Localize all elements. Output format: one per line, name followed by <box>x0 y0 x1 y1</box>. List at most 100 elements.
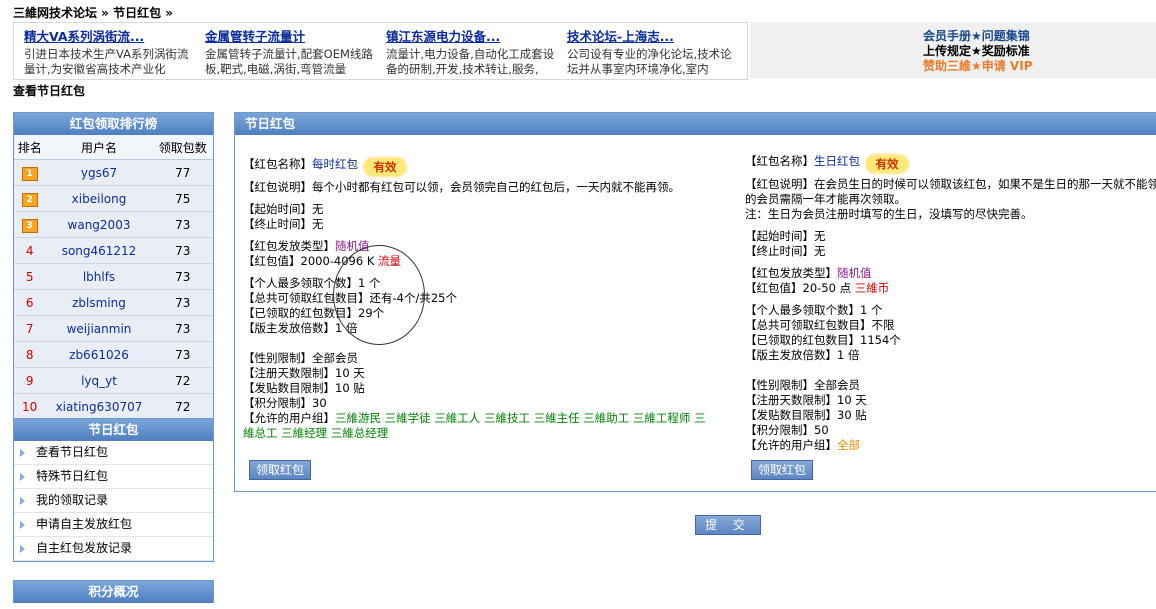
table-row: 3 wang2003 73 <box>14 211 213 238</box>
rank-cell: 4 <box>14 237 46 264</box>
count-cell: 72 <box>152 367 213 394</box>
field-label: 【红包发放类型】 <box>745 266 837 280</box>
count-cell: 73 <box>152 263 213 290</box>
claimed-count: 1154个 <box>860 333 901 347</box>
user-link[interactable]: ygs67 <box>45 159 153 186</box>
distribution-type: 随机值 <box>837 266 872 280</box>
redpacket-desc: 每个小时都有红包可以领，会员领完自己的红包后，一天内就不能再领。 <box>312 180 680 194</box>
field-label: 【红包发放类型】 <box>243 239 335 253</box>
user-link[interactable]: zb661026 <box>45 341 153 368</box>
field-label: 【红包值】 <box>745 281 803 295</box>
user-link[interactable]: weijianmin <box>45 315 153 342</box>
count-cell: 75 <box>152 185 213 212</box>
table-row: 1 ygs67 77 <box>14 159 213 186</box>
total-available: 不限 <box>871 318 895 332</box>
claim-birthday-button[interactable]: 领取红包 <box>751 460 814 480</box>
user-link[interactable]: zblsming <box>45 289 153 316</box>
field-label: 【注册天数限制】 <box>745 393 837 407</box>
hourly-redpacket: 【红包名称】每时红包 有效 【红包说明】每个小时都有红包可以领，会员领完自己的红包… <box>243 157 713 441</box>
rank-cell: 10 <box>14 393 46 420</box>
field-label: 【终止时间】 <box>745 244 814 258</box>
user-link[interactable]: wang2003 <box>45 211 153 238</box>
reg-days-limit: 10 天 <box>837 393 867 407</box>
field-label: 【积分限制】 <box>243 396 312 410</box>
count-cell: 72 <box>152 393 213 420</box>
breadcrumb[interactable]: 三維网技术论坛 » 节日红包 » <box>13 4 173 21</box>
user-link[interactable]: xibeilong <box>45 185 153 212</box>
menu-item-my-records[interactable]: 我的领取记录 <box>14 489 213 513</box>
field-label: 【性别限制】 <box>745 378 814 392</box>
redpacket-name: 每时红包 <box>312 157 358 171</box>
column-header-rank: 排名 <box>14 135 46 160</box>
table-row: 9 lyq_yt 72 <box>14 367 213 394</box>
end-time: 无 <box>312 217 324 231</box>
points-title: 积分概况 <box>14 581 213 603</box>
ranking-panel: 红包领取排行榜 排名 用户名 领取包数 1 ygs67 77 2 xibeilo… <box>13 112 214 421</box>
field-label: 【版主发放倍数】 <box>243 321 335 335</box>
redpacket-name: 生日红包 <box>814 154 860 168</box>
submit-button[interactable]: 提 交 <box>695 515 761 535</box>
field-label: 【总共可领取红包数目】 <box>745 318 872 332</box>
field-label: 【已领取的红包数目】 <box>745 333 860 347</box>
silver-medal-icon: 2 <box>21 192 38 207</box>
redpacket-value: 20-50 点 <box>802 281 852 295</box>
count-cell: 73 <box>152 341 213 368</box>
rank-cell: 8 <box>14 341 46 368</box>
user-link[interactable]: xiating630707 <box>45 393 153 420</box>
table-row: 8 zb661026 73 <box>14 341 213 368</box>
table-header-row: 排名 用户名 领取包数 <box>14 135 213 160</box>
claim-hourly-button[interactable]: 领取红包 <box>249 460 312 480</box>
vip-apply-link[interactable]: 赞助三維★申请 VIP <box>923 57 1032 74</box>
ad-title-link[interactable]: 技术论坛-上海志... <box>567 26 738 44</box>
count-cell: 73 <box>152 237 213 264</box>
ad-item[interactable]: 精大VA系列涡街流... 引进日本技术生产VA系列涡街流量计,为安徽省高技术产业… <box>14 23 195 79</box>
reg-days-limit: 10 天 <box>335 366 365 380</box>
rank-cell: 2 <box>14 185 46 212</box>
ad-title-link[interactable]: 精大VA系列涡街流... <box>24 26 195 44</box>
points-limit: 30 <box>312 396 327 410</box>
ad-item[interactable]: 镇江东源电力设备... 流量计,电力设备,自动化工成套设备的研制,开发,技术转让… <box>376 23 557 79</box>
posts-limit: 10 贴 <box>335 381 365 395</box>
hand-drawn-circle <box>333 245 425 345</box>
rank-cell: 1 <box>14 159 46 186</box>
gold-medal-icon: 1 <box>21 166 38 181</box>
table-row: 5 lbhlfs 73 <box>14 263 213 290</box>
ad-title-link[interactable]: 金属管转子流量计 <box>205 26 376 44</box>
menu-item-self-records[interactable]: 自主红包发放记录 <box>14 537 213 561</box>
page-title: 查看节日红包 <box>13 84 86 98</box>
user-link[interactable]: song461212 <box>45 237 153 264</box>
posts-limit: 30 贴 <box>837 408 867 422</box>
field-label: 【性别限制】 <box>243 351 312 365</box>
user-link[interactable]: lbhlfs <box>45 263 153 290</box>
field-label: 【注册天数限制】 <box>243 366 335 380</box>
ad-title-link[interactable]: 镇江东源电力设备... <box>386 26 557 44</box>
start-time: 无 <box>814 229 826 243</box>
points-limit: 50 <box>814 423 829 437</box>
ad-description: 公司设有专业的净化论坛,技术论坛并从事室内环境净化,室内 <box>567 47 732 76</box>
rank-cell: 9 <box>14 367 46 394</box>
rank-cell: 6 <box>14 289 46 316</box>
column-header-count: 领取包数 <box>152 135 213 160</box>
ad-banner: 精大VA系列涡街流... 引进日本技术生产VA系列涡街流量计,为安徽省高技术产业… <box>13 22 748 80</box>
field-label: 【版主发放倍数】 <box>745 348 837 362</box>
count-cell: 73 <box>152 315 213 342</box>
birthday-note: 注：生日为会员注册时填写的生日，没填写的尽快完善。 <box>745 207 1033 221</box>
field-label: 【积分限制】 <box>745 423 814 437</box>
ad-item[interactable]: 金属管转子流量计 金属管转子流量计,配套OEM线路板,靶式,电磁,涡街,弯管流量 <box>195 23 376 79</box>
menu-item-apply[interactable]: 申请自主发放红包 <box>14 513 213 537</box>
user-link[interactable]: lyq_yt <box>45 367 153 394</box>
moderator-multiple: 1 倍 <box>837 348 860 362</box>
menu-item-special[interactable]: 特殊节日红包 <box>14 465 213 489</box>
field-label: 【发贴数目限制】 <box>243 381 335 395</box>
ad-item[interactable]: 技术论坛-上海志... 公司设有专业的净化论坛,技术论坛并从事室内环境净化,室内 <box>557 23 738 79</box>
bronze-medal-icon: 3 <box>21 218 38 233</box>
field-label: 【红包名称】 <box>745 154 814 168</box>
column-header-user: 用户名 <box>45 135 153 160</box>
table-row: 2 xibeilong 75 <box>14 185 213 212</box>
ranking-table: 排名 用户名 领取包数 1 ygs67 77 2 xibeilong 75 3 … <box>14 135 213 420</box>
menu-item-view[interactable]: 查看节日红包 <box>14 441 213 465</box>
redpacket-menu-panel: 节日红包 查看节日红包 特殊节日红包 我的领取记录 申请自主发放红包 自主红包发… <box>13 418 214 562</box>
field-label: 【允许的用户组】 <box>745 438 837 452</box>
rank-cell: 5 <box>14 263 46 290</box>
valid-badge: 有效 <box>364 158 406 176</box>
